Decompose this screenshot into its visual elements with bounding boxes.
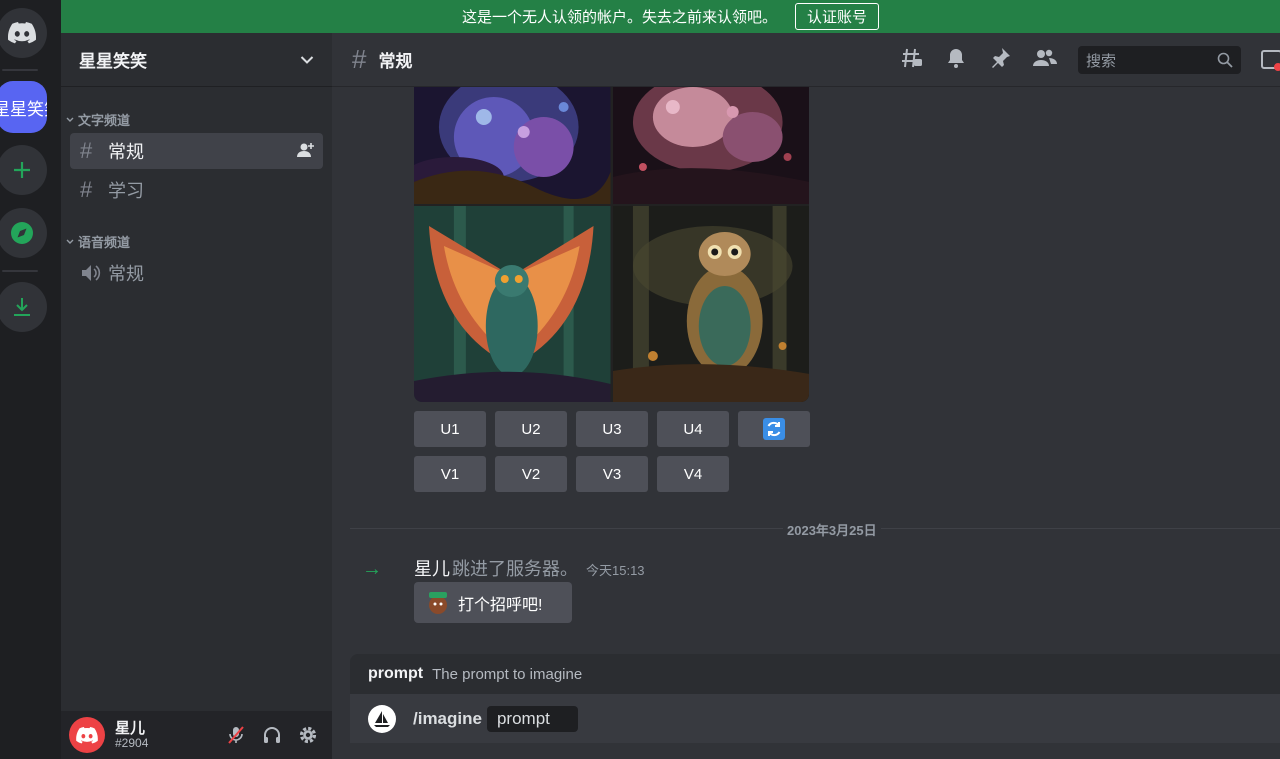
pin-icon[interactable] <box>988 46 1012 70</box>
channel-study[interactable]: # 学习 <box>70 172 323 208</box>
image-tile-1[interactable] <box>414 87 611 204</box>
mic-muted-icon[interactable] <box>226 725 246 745</box>
reroll-button[interactable] <box>738 411 810 447</box>
server-name: 星星笑笑 <box>79 52 147 71</box>
wave-sticker-icon <box>429 591 447 614</box>
headphones-icon[interactable] <box>262 725 282 745</box>
discord-icon <box>8 22 36 44</box>
upscale-button-1[interactable]: U1 <box>414 411 486 447</box>
plus-icon <box>14 162 30 178</box>
variation-button-4[interactable]: V4 <box>657 456 729 492</box>
variation-button-1[interactable]: V1 <box>414 456 486 492</box>
owl-artwork-image <box>612 87 809 204</box>
channel-label: 常规 <box>108 142 144 162</box>
compass-icon <box>11 222 33 244</box>
wave-button[interactable]: 打个招呼吧! <box>414 582 572 623</box>
add-server-button[interactable] <box>0 145 47 195</box>
notice-text: 这是一个无人认领的帐户。失去之前来认领吧。 <box>461 9 777 26</box>
rail-separator <box>2 270 38 272</box>
slash-command-hint: prompt The prompt to imagine <box>350 654 1280 694</box>
channel-label: 常规 <box>108 264 144 284</box>
category-label: 文字频道 <box>78 113 131 128</box>
inbox-icon <box>1261 50 1280 71</box>
image-tile-2[interactable] <box>612 87 809 204</box>
sailboat-icon <box>374 710 390 727</box>
category-text-channels[interactable]: 文字频道 <box>66 110 130 129</box>
search-input[interactable]: 搜索 <box>1078 46 1241 74</box>
category-voice-channels[interactable]: 语音频道 <box>66 232 130 251</box>
user-tag: #2904 <box>115 735 149 750</box>
join-arrow-icon: → <box>362 558 382 580</box>
date-divider-label: 2023年3月25日 <box>783 520 881 539</box>
hash-icon: # <box>80 138 93 163</box>
server-header[interactable]: 星星笑笑 <box>61 33 332 87</box>
threads-icon[interactable] <box>900 46 924 70</box>
hash-icon: # <box>80 177 93 202</box>
channel-header: # 常规 搜索 <box>332 33 1280 87</box>
join-text: 跳进了服务器。 <box>452 559 578 579</box>
channel-title: 常规 <box>378 52 413 71</box>
chevron-down-icon <box>300 55 314 64</box>
add-member-icon[interactable] <box>297 142 315 158</box>
server-icon-xingxing[interactable]: 星星笑笑 <box>0 81 47 133</box>
download-apps-button[interactable] <box>0 282 47 332</box>
channel-sidebar: 星星笑笑 文字频道 # 常规 # 学习 语音频道 常规 <box>61 33 332 711</box>
slash-command: /imagine <box>413 708 482 728</box>
image-tile-3[interactable] <box>414 206 611 402</box>
upscale-button-row: U1 U2 U3 U4 <box>414 411 810 447</box>
search-placeholder: 搜索 <box>1086 52 1117 70</box>
owl-artwork-image <box>414 87 611 204</box>
search-icon <box>1217 52 1233 68</box>
upscale-button-2[interactable]: U2 <box>495 411 567 447</box>
inbox-button[interactable] <box>1261 48 1280 77</box>
channel-general[interactable]: # 常规 <box>70 133 323 169</box>
refresh-icon <box>763 418 785 440</box>
generated-image-grid[interactable] <box>414 87 809 402</box>
upscale-button-4[interactable]: U4 <box>657 411 729 447</box>
rail-separator <box>2 69 38 71</box>
avatar[interactable] <box>69 717 105 753</box>
channel-label: 学习 <box>108 181 144 201</box>
server-icon-label: 星星笑笑 <box>0 99 47 119</box>
chevron-down-icon <box>66 117 74 122</box>
discord-icon <box>76 726 98 744</box>
unclaimed-account-notice: 这是一个无人认领的帐户。失去之前来认领吧。 认证账号 <box>61 0 1280 33</box>
speaker-icon <box>82 265 101 281</box>
variation-button-2[interactable]: V2 <box>495 456 567 492</box>
user-identity[interactable]: 星儿 #2904 <box>115 721 148 749</box>
bell-icon[interactable] <box>944 46 968 70</box>
owl-artwork-image <box>414 206 611 402</box>
message-timestamp: 今天15:13 <box>586 563 645 578</box>
upscale-button-3[interactable]: U3 <box>576 411 648 447</box>
image-tile-4[interactable] <box>612 206 809 402</box>
home-button[interactable] <box>0 8 47 58</box>
option-name: prompt <box>368 665 424 682</box>
members-icon[interactable] <box>1032 46 1058 70</box>
wave-label: 打个招呼吧! <box>458 596 543 614</box>
option-description: The prompt to imagine <box>432 665 583 683</box>
category-label: 语音频道 <box>78 235 131 250</box>
owl-artwork-image <box>612 206 809 402</box>
join-username[interactable]: 星儿 <box>414 555 450 581</box>
server-rail: 星星笑笑 <box>0 0 61 759</box>
system-join-message: → 星儿 跳进了服务器。 今天15:13 <box>362 555 645 581</box>
download-icon <box>14 298 30 316</box>
chevron-down-icon <box>66 239 74 244</box>
user-panel: 星儿 #2904 <box>61 711 332 759</box>
voice-channel-general[interactable]: 常规 <box>70 255 323 291</box>
hash-icon: # <box>352 44 367 74</box>
explore-servers-button[interactable] <box>0 208 47 258</box>
gear-icon[interactable] <box>298 725 318 745</box>
variation-button-row: V1 V2 V3 V4 <box>414 456 729 492</box>
message-composer[interactable]: /imagine prompt <box>350 694 1280 743</box>
username: 星儿 <box>115 719 146 737</box>
prompt-option-chip[interactable]: prompt <box>486 705 578 732</box>
claim-account-button[interactable]: 认证账号 <box>795 3 880 30</box>
variation-button-3[interactable]: V3 <box>576 456 648 492</box>
bot-avatar <box>368 704 396 733</box>
